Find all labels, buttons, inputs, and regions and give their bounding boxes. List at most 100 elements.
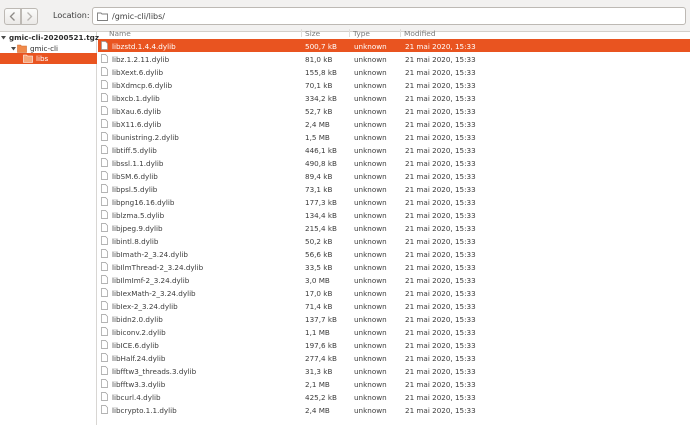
tree-item-archive[interactable]: gmic-cli-20200521.tgz [0,32,99,43]
file-icon [101,249,108,258]
file-icon [101,392,108,401]
expanded-arrow-icon[interactable] [1,34,6,42]
file-row[interactable]: libintl.8.dylib 50,2 kB unknown 21 mai 2020… [98,234,690,247]
file-row[interactable]: libiconv.2.dylib 1,1 MB unknown 21 mai 2020… [98,325,690,338]
file-icon [101,41,108,50]
file-icon [101,171,108,180]
file-name: libintl.8.dylib [112,237,159,246]
file-icon [101,366,108,375]
file-row[interactable]: liblzma.5.dylib 134,4 kB unknown 21 mai 202… [98,208,690,221]
column-header-modified[interactable]: Modified [404,29,436,38]
file-row[interactable]: libHalf.24.dylib 277,4 kB unknown 21 mai 20… [98,351,690,364]
file-size: 197,6 kB [305,341,337,350]
file-row[interactable]: libidn2.0.dylib 137,7 kB unknown 21 mai 202… [98,312,690,325]
file-row[interactable]: libtiff.5.dylib 446,1 kB unknown 21 mai 202… [98,143,690,156]
file-type: unknown [354,354,387,363]
file-modified: 21 mai 2020, 15:33 [405,68,476,77]
file-row[interactable]: libX11.6.dylib 2,4 MB unknown 21 mai 2020, … [98,117,690,130]
file-icon [101,184,108,193]
file-name: libpsl.5.dylib [112,185,158,194]
file-type: unknown [354,133,387,142]
file-modified: 21 mai 2020, 15:33 [405,224,476,233]
column-header-type[interactable]: Type [353,29,370,38]
file-row[interactable]: libXext.6.dylib 155,8 kB unknown 21 mai 202… [98,65,690,78]
file-row[interactable]: libssl.1.1.dylib 490,8 kB unknown 21 mai 20… [98,156,690,169]
file-size: 177,3 kB [305,198,337,207]
file-name: libXext.6.dylib [112,68,164,77]
file-row[interactable]: libSM.6.dylib 89,4 kB unknown 21 mai 2020, … [98,169,690,182]
file-row[interactable]: libunistring.2.dylib 1,5 MB unknown 21 mai … [98,130,690,143]
file-row[interactable]: libICE.6.dylib 197,6 kB unknown 21 mai 2020… [98,338,690,351]
file-type: unknown [354,198,387,207]
column-header-size[interactable]: Size [305,29,320,38]
file-row[interactable]: libcrypto.1.1.dylib 2,4 MB unknown 21 mai 2… [98,403,690,416]
chevron-left-icon [9,12,15,21]
file-modified: 21 mai 2020, 15:33 [405,120,476,129]
tree-item-libs[interactable]: libs [0,53,97,64]
file-row[interactable]: libpsl.5.dylib 73,1 kB unknown 21 mai 2020,… [98,182,690,195]
file-row[interactable]: libz.1.2.11.dylib 81,0 kB unknown 21 mai 20… [98,52,690,65]
file-name: libIlmThread-2_3.24.dylib [112,263,204,272]
file-type: unknown [354,120,387,129]
file-name: libfftw3.3.dylib [112,380,166,389]
file-row[interactable]: libXau.6.dylib 52,7 kB unknown 21 mai 2020,… [98,104,690,117]
file-icon [101,379,108,388]
file-modified: 21 mai 2020, 15:33 [405,341,476,350]
file-icon [101,405,108,414]
file-size: 3,0 MB [305,276,330,285]
file-size: 490,8 kB [305,159,337,168]
file-modified: 21 mai 2020, 15:33 [405,146,476,155]
file-name: libXau.6.dylib [112,107,161,116]
column-divider[interactable] [400,29,401,37]
location-field[interactable]: /gmic-cli/libs/ [92,7,686,25]
file-name: libidn2.0.dylib [112,315,163,324]
tree-item-label: gmic-cli [30,44,59,53]
file-icon [101,119,108,128]
file-type: unknown [354,315,387,324]
file-modified: 21 mai 2020, 15:33 [405,263,476,272]
location-label: Location: [53,11,90,20]
archive-tree: gmic-cli-20200521.tgz gmic-cli libs [0,32,99,425]
file-row[interactable]: libIlmThread-2_3.24.dylib 33,5 kB unknown 2… [98,260,690,273]
column-header-name[interactable]: Name [109,29,131,38]
column-divider[interactable] [349,29,350,37]
file-icon [101,67,108,76]
file-row[interactable]: libIlmImf-2_3.24.dylib 3,0 MB unknown 21 ma… [98,273,690,286]
file-modified: 21 mai 2020, 15:33 [405,211,476,220]
file-size: 71,4 kB [305,302,333,311]
file-modified: 21 mai 2020, 15:33 [405,81,476,90]
file-row[interactable]: libxcb.1.dylib 334,2 kB unknown 21 mai 2020… [98,91,690,104]
file-icon [101,80,108,89]
file-modified: 21 mai 2020, 15:33 [405,380,476,389]
column-header: Name Size Type Modified [98,28,690,39]
file-size: 31,3 kB [305,367,333,376]
file-size: 17,0 kB [305,289,333,298]
file-row[interactable]: libjpeg.9.dylib 215,4 kB unknown 21 mai 202… [98,221,690,234]
file-type: unknown [354,406,387,415]
file-modified: 21 mai 2020, 15:33 [405,276,476,285]
file-row[interactable]: libcurl.4.dylib 425,2 kB unknown 21 mai 202… [98,390,690,403]
back-button[interactable] [4,8,21,25]
file-icon [101,288,108,297]
column-divider[interactable] [301,29,302,37]
file-row[interactable]: libzstd.1.4.4.dylib 500,7 kB unknown 21 mai… [98,39,690,52]
file-row[interactable]: libImath-2_3.24.dylib 56,6 kB unknown 21 ma… [98,247,690,260]
file-icon [101,223,108,232]
file-row[interactable]: libXdmcp.6.dylib 70,1 kB unknown 21 mai 202… [98,78,690,91]
file-modified: 21 mai 2020, 15:33 [405,133,476,142]
file-row[interactable]: libpng16.16.dylib 177,3 kB unknown 21 mai 2… [98,195,690,208]
file-name: libIex-2_3.24.dylib [112,302,178,311]
file-modified: 21 mai 2020, 15:33 [405,237,476,246]
file-type: unknown [354,393,387,402]
file-size: 1,5 MB [305,133,330,142]
chevron-right-icon [27,12,33,21]
file-name: liblzma.5.dylib [112,211,165,220]
expanded-arrow-icon[interactable] [9,45,17,53]
file-modified: 21 mai 2020, 15:33 [405,94,476,103]
forward-button[interactable] [21,8,38,25]
file-row[interactable]: libIexMath-2_3.24.dylib 17,0 kB unknown 21 … [98,286,690,299]
file-row[interactable]: libIex-2_3.24.dylib 71,4 kB unknown 21 mai … [98,299,690,312]
file-row[interactable]: libfftw3.3.dylib 2,1 MB unknown 21 mai 2020… [98,377,690,390]
file-type: unknown [354,276,387,285]
file-row[interactable]: libfftw3_threads.3.dylib 31,3 kB unknown 21… [98,364,690,377]
